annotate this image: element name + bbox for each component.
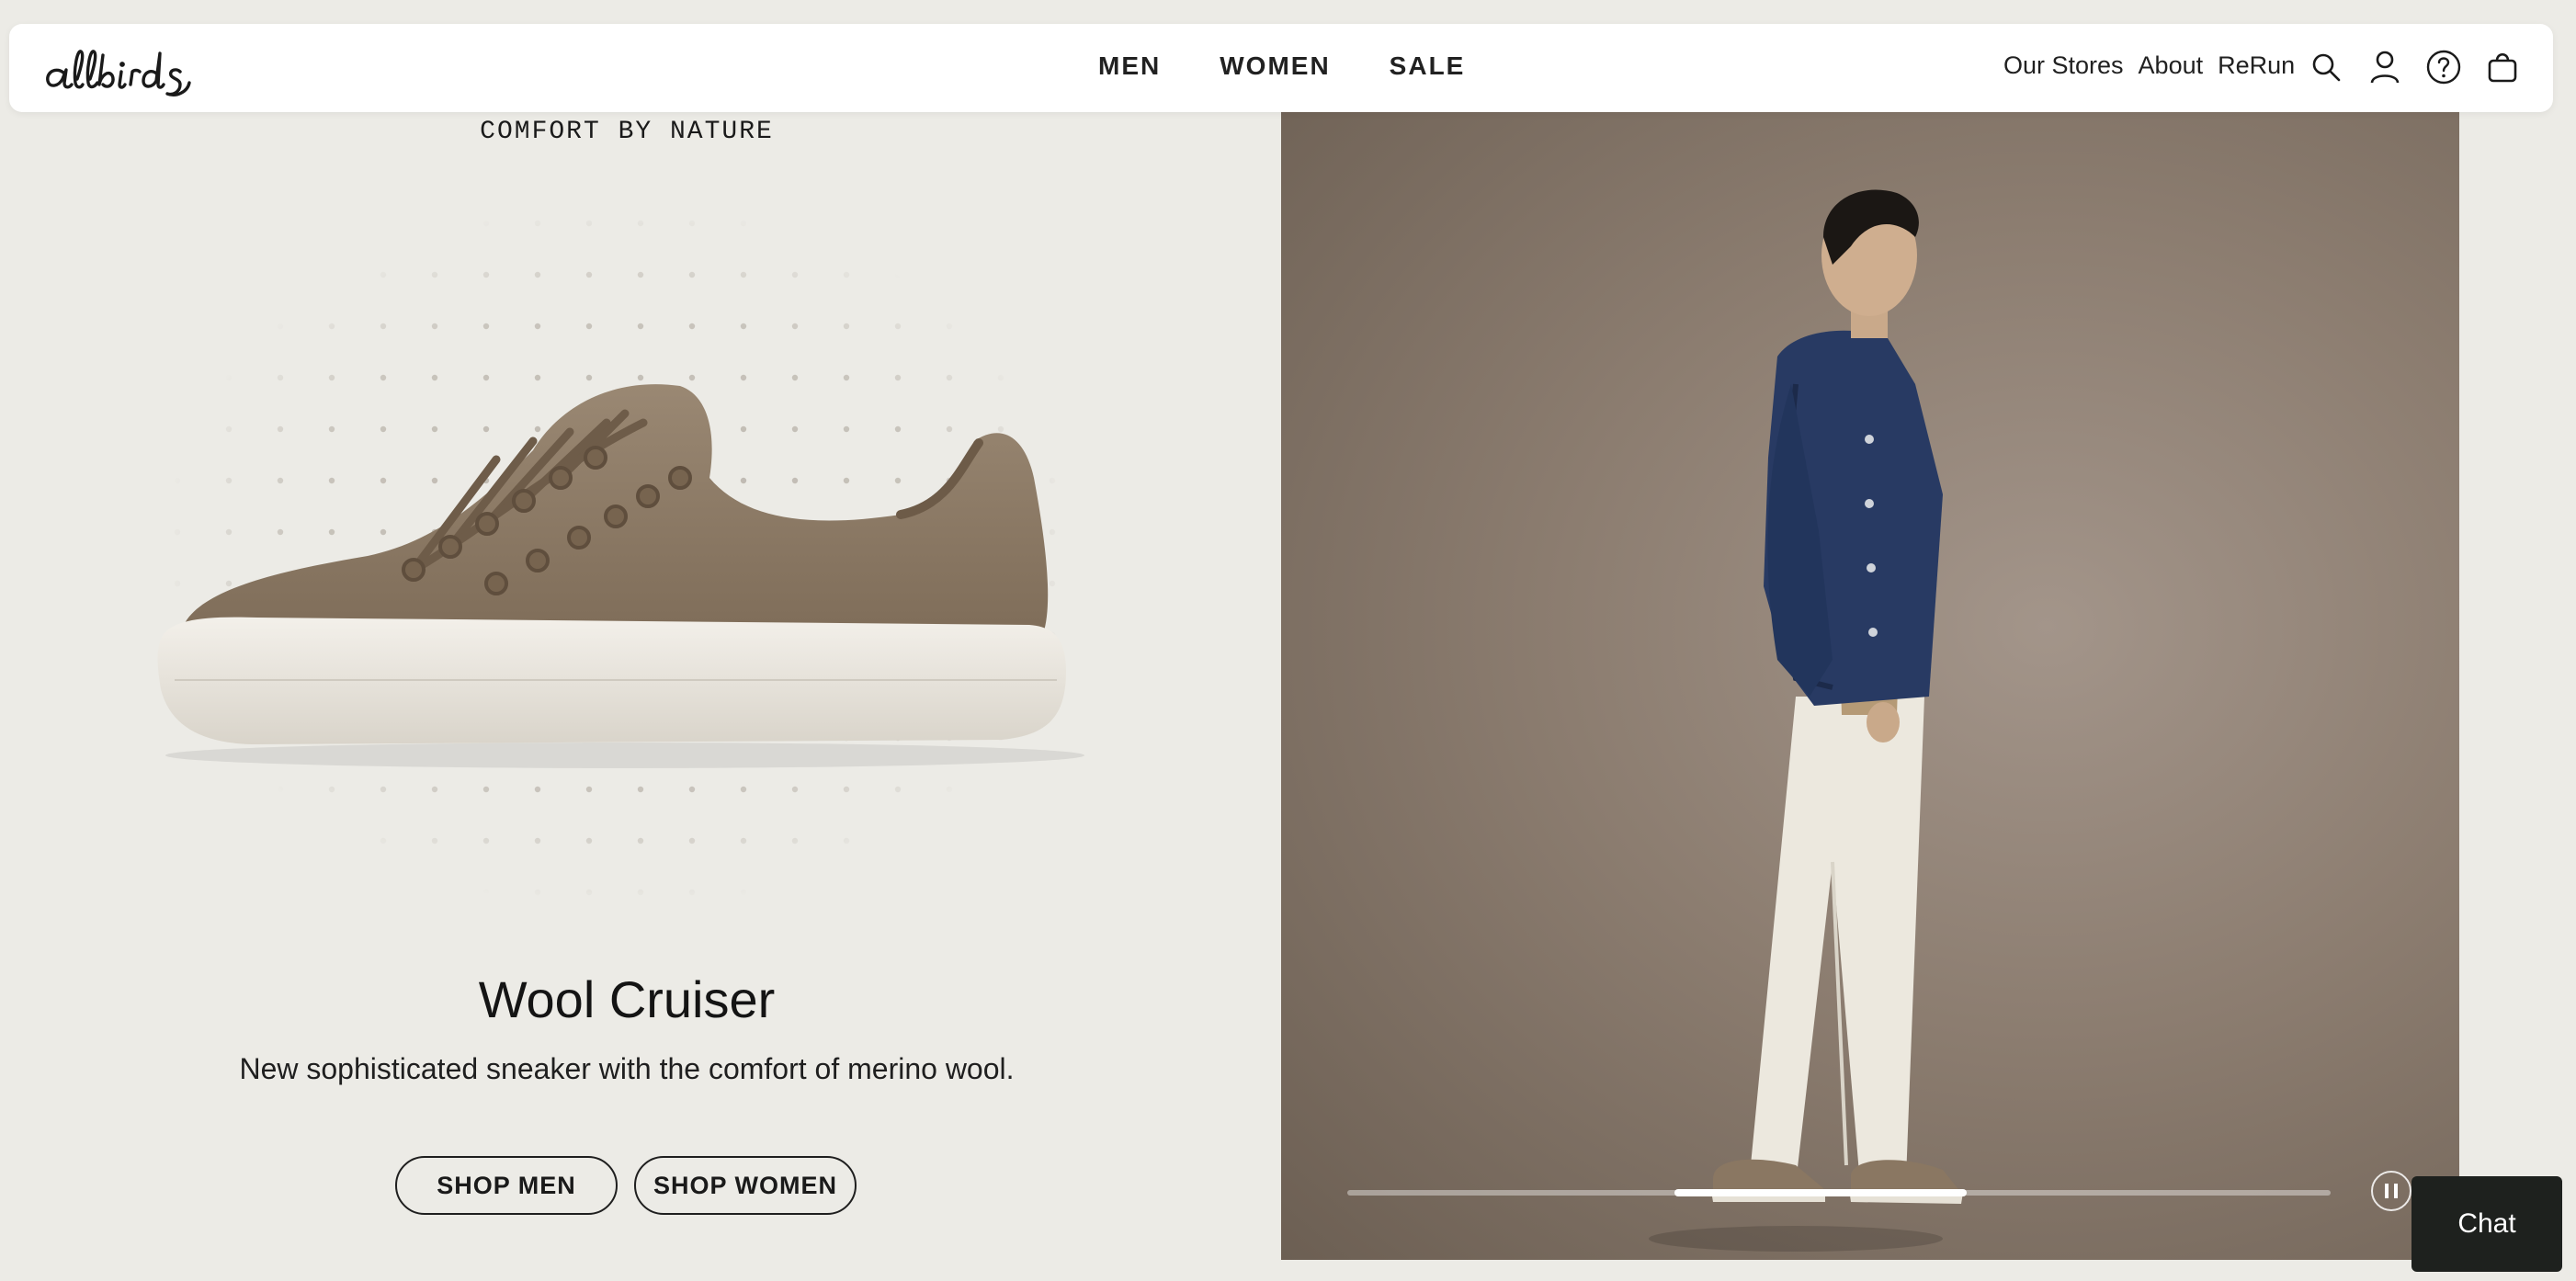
hero-eyebrow: COMFORT BY NATURE [480,118,774,146]
chat-button[interactable]: Chat [2411,1176,2562,1272]
account-icon[interactable] [2366,46,2404,88]
header-icons [2307,46,2522,88]
carousel-progress-indicator [1674,1189,1967,1196]
carousel-pause-button[interactable] [2371,1171,2411,1211]
site-header: MEN WOMEN SALE Our Stores About ReRun [9,24,2553,112]
cart-icon[interactable] [2483,46,2522,88]
search-icon[interactable] [2307,46,2345,88]
logo-wordmark [46,50,191,96]
wool-cruiser-shoe-image [157,384,1084,768]
hero-lifestyle-photo [1281,108,2459,1260]
nav-men[interactable]: MEN [1098,51,1161,81]
utility-nav: Our Stores About ReRun [2003,51,2295,80]
nav-about[interactable]: About [2139,51,2204,80]
product-title: Wool Cruiser [478,970,776,1028]
model-walking-image [1649,189,1963,1252]
product-subtitle: New sophisticated sneaker with the comfo… [239,1052,1015,1085]
pause-icon-bar [2385,1184,2389,1198]
help-icon[interactable] [2424,46,2463,88]
nav-sale[interactable]: SALE [1390,51,1466,81]
nav-rerun[interactable]: ReRun [2218,51,2295,80]
nav-women[interactable]: WOMEN [1220,51,1330,81]
nav-our-stores[interactable]: Our Stores [2003,51,2124,80]
shop-men-button[interactable]: SHOP MEN [395,1156,618,1215]
pause-icon-bar [2394,1184,2398,1198]
shop-women-button[interactable]: SHOP WOMEN [634,1156,857,1215]
main-nav: MEN WOMEN SALE [1098,51,1465,81]
allbirds-logo[interactable] [44,42,200,97]
